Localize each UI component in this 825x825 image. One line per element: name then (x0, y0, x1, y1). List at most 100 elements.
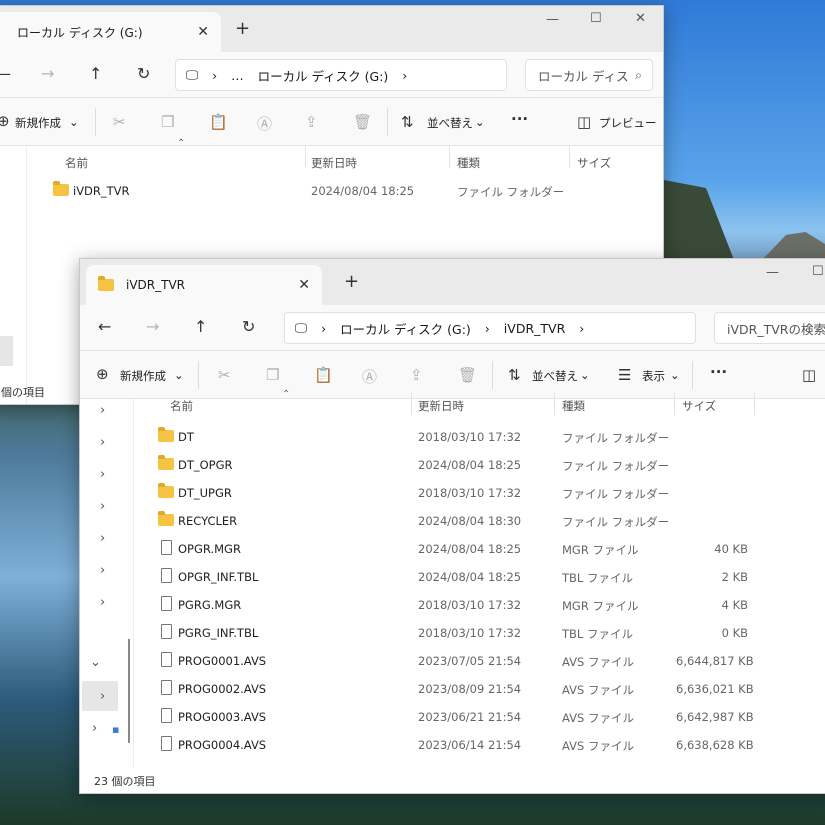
close-tab-icon[interactable]: ✕ (197, 24, 209, 40)
preview-button[interactable]: プレビュー (599, 115, 657, 131)
sort-button[interactable]: 並べ替え (532, 368, 578, 384)
new-tab-icon[interactable]: + (344, 271, 359, 292)
file-name: OPGR.MGR (178, 542, 241, 556)
more-path-icon[interactable]: … (231, 68, 244, 83)
file-date: 2023/07/05 21:54 (418, 654, 522, 668)
refresh-icon[interactable]: ↻ (242, 317, 255, 336)
table-row[interactable]: PROG0001.AVS 2023/07/05 21:54 AVS ファイル 6… (80, 647, 825, 675)
sort-icon[interactable]: ⇅ (508, 366, 521, 384)
maximize-icon[interactable]: ☐ (590, 11, 602, 26)
breadcrumb-item[interactable]: iVDR_TVR (504, 321, 565, 336)
table-row[interactable]: PGRG_INF.TBL 2018/03/10 17:32 TBL ファイル 0… (80, 619, 825, 647)
new-icon[interactable]: ⊕ (96, 365, 109, 383)
command-bar: ⊕ 新規作成 ⌄ ✂ ❐ 📋 Ⓐ ⇪ 🗑 ⇅ 並べ替え ⌄ ··· ◫ プレビュ… (0, 98, 663, 146)
folder-icon (158, 511, 174, 526)
table-row[interactable]: iVDR_TVR 2024/08/04 18:25 ファイル フォルダー (0, 177, 663, 205)
up-arrow-icon[interactable]: ↑ (194, 317, 207, 336)
divider (492, 361, 493, 389)
column-header-size[interactable]: サイズ (577, 150, 611, 176)
table-row[interactable]: DT 2018/03/10 17:32 ファイル フォルダー (80, 423, 825, 451)
share-icon[interactable]: ⇪ (410, 366, 423, 384)
refresh-icon[interactable]: ↻ (137, 64, 150, 83)
nav-selected-item[interactable] (0, 336, 13, 366)
column-header-size[interactable]: サイズ (682, 393, 716, 419)
tab-local-disk[interactable]: ローカル ディスク (G:) ✕ (0, 12, 221, 52)
delete-icon[interactable]: 🗑 (458, 366, 477, 384)
forward-arrow-icon[interactable]: → (41, 64, 54, 83)
close-tab-icon[interactable]: ✕ (298, 277, 310, 293)
tab-title: ローカル ディスク (G:) (17, 25, 143, 40)
command-bar: ⊕ 新規作成 ⌄ ✂ ❐ 📋 Ⓐ ⇪ 🗑 ⇅ 並べ替え ⌄ ☰ 表示 ⌄ ···… (80, 351, 825, 399)
maximize-icon[interactable]: ☐ (812, 264, 824, 279)
sort-button[interactable]: 並べ替え (427, 115, 473, 131)
file-name: DT (178, 430, 194, 444)
chevron-down-icon: ⌄ (69, 115, 79, 129)
breadcrumb-item[interactable]: ローカル ディスク (G:) (340, 319, 471, 338)
table-row[interactable]: OPGR.MGR 2024/08/04 18:25 MGR ファイル 40 KB (80, 535, 825, 563)
minimize-icon[interactable]: — (766, 265, 779, 280)
column-header-name[interactable]: 名前 (65, 150, 88, 176)
table-row[interactable]: PROG0003.AVS 2023/06/21 21:54 AVS ファイル 6… (80, 703, 825, 731)
up-arrow-icon[interactable]: ↑ (89, 64, 102, 83)
rename-icon[interactable]: Ⓐ (257, 113, 272, 134)
table-row[interactable]: OPGR_INF.TBL 2024/08/04 18:25 TBL ファイル 2… (80, 563, 825, 591)
address-bar[interactable]: 🖵 › ローカル ディスク (G:) › iVDR_TVR › (284, 312, 696, 344)
back-arrow-icon[interactable]: — (0, 64, 11, 83)
explorer-window-front: iVDR_TVR ✕ + — ☐ ← → ↑ ↻ 🖵 › ローカル ディスク (… (79, 258, 825, 794)
more-options-icon[interactable]: ··· (710, 363, 727, 381)
table-row[interactable]: RECYCLER 2024/08/04 18:30 ファイル フォルダー (80, 507, 825, 535)
new-button[interactable]: 新規作成 (15, 115, 61, 131)
search-input[interactable]: ローカル ディス ⌕ (525, 59, 653, 91)
column-header-date[interactable]: 更新日時 (418, 393, 464, 419)
column-header-type[interactable]: 種類 (562, 393, 585, 419)
share-icon[interactable]: ⇪ (305, 113, 318, 131)
forward-arrow-icon[interactable]: → (146, 317, 159, 336)
new-button[interactable]: 新規作成 (120, 368, 166, 384)
table-row[interactable]: DT_OPGR 2024/08/04 18:25 ファイル フォルダー (80, 451, 825, 479)
preview-pane-icon[interactable]: ◫ (577, 113, 591, 131)
file-size: 6,636,021 KB (676, 682, 754, 696)
address-bar[interactable]: 🖵 › … ローカル ディスク (G:) › (175, 59, 507, 91)
new-tab-icon[interactable]: + (235, 18, 250, 39)
column-header-date[interactable]: 更新日時 (311, 150, 357, 176)
file-date: 2018/03/10 17:32 (418, 598, 522, 612)
search-input[interactable]: iVDR_TVRの検索 (714, 312, 825, 344)
table-row[interactable]: PROG0004.AVS 2023/06/14 21:54 AVS ファイル 6… (80, 731, 825, 759)
close-window-icon[interactable]: ✕ (635, 11, 646, 26)
new-icon[interactable]: ⊕ (0, 112, 10, 130)
file-name: DT_UPGR (178, 486, 232, 500)
search-icon: ⌕ (634, 67, 642, 82)
file-icon (161, 652, 172, 667)
file-date: 2024/08/04 18:30 (418, 514, 522, 528)
breadcrumb-item[interactable]: ローカル ディスク (G:) (258, 66, 389, 85)
chevron-down-icon: ⌄ (475, 115, 485, 129)
computer-icon: 🖵 (186, 67, 199, 82)
paste-icon[interactable]: 📋 (209, 113, 228, 131)
view-icon[interactable]: ☰ (618, 366, 631, 384)
copy-icon[interactable]: ❐ (266, 366, 279, 384)
computer-icon: 🖵 (295, 320, 308, 335)
file-type: ファイル フォルダー (562, 431, 670, 445)
back-arrow-icon[interactable]: ← (98, 317, 111, 336)
folder-icon (158, 455, 174, 470)
minimize-icon[interactable]: — (546, 12, 559, 27)
view-button[interactable]: 表示 (642, 368, 665, 384)
rename-icon[interactable]: Ⓐ (362, 366, 377, 387)
file-type: AVS ファイル (562, 739, 634, 753)
chevron-right-icon[interactable]: › (100, 403, 105, 418)
paste-icon[interactable]: 📋 (314, 366, 333, 384)
delete-icon[interactable]: 🗑 (353, 113, 372, 131)
column-header-name[interactable]: 名前 (170, 393, 193, 419)
tab-ivdr-tvr[interactable]: iVDR_TVR ✕ (86, 265, 322, 305)
file-size: 40 KB (714, 542, 748, 556)
cut-icon[interactable]: ✂ (113, 113, 126, 131)
copy-icon[interactable]: ❐ (161, 113, 174, 131)
sort-icon[interactable]: ⇅ (401, 113, 414, 131)
cut-icon[interactable]: ✂ (218, 366, 231, 384)
table-row[interactable]: PGRG.MGR 2018/03/10 17:32 MGR ファイル 4 KB (80, 591, 825, 619)
more-options-icon[interactable]: ··· (511, 110, 528, 128)
column-header-type[interactable]: 種類 (457, 150, 480, 176)
preview-pane-icon[interactable]: ◫ (802, 366, 816, 384)
table-row[interactable]: DT_UPGR 2018/03/10 17:32 ファイル フォルダー (80, 479, 825, 507)
table-row[interactable]: PROG0002.AVS 2023/08/09 21:54 AVS ファイル 6… (80, 675, 825, 703)
